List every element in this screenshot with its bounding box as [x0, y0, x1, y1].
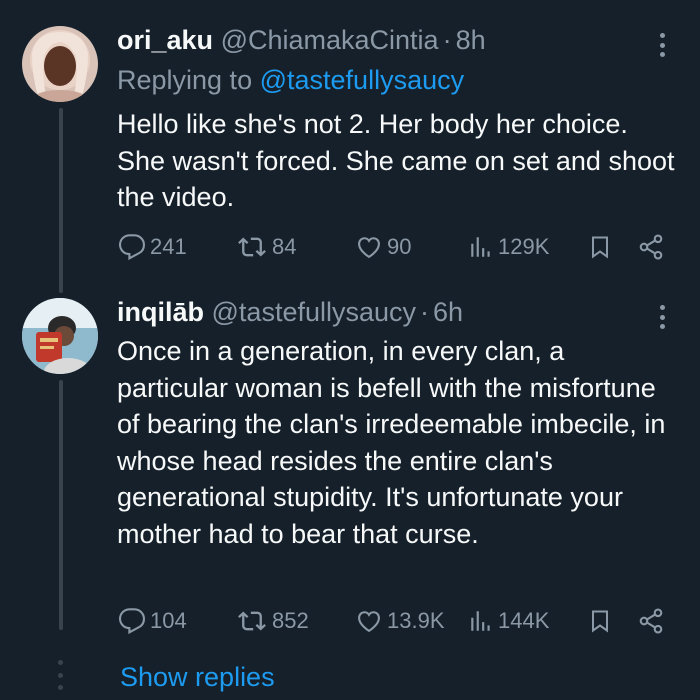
display-name[interactable]: inqilāb [117, 297, 204, 327]
tweet-text: Hello like she's not 2. Her body her cho… [117, 109, 675, 213]
avatar[interactable] [22, 26, 98, 102]
reply-count: 104 [150, 608, 187, 633]
thread-continuation-dots [55, 660, 65, 690]
retweet-count: 84 [272, 234, 297, 259]
share-button[interactable] [637, 607, 665, 635]
dot-separator: · [420, 297, 430, 327]
like-count: 90 [387, 234, 412, 259]
retweet-button[interactable]: 852 [236, 607, 309, 635]
replying-to-label: Replying to [117, 65, 253, 95]
conversation-thread: ori_aku @ChiamakaCintia · 8h Replying to @… [0, 0, 700, 700]
views-count: 129K [498, 234, 550, 259]
bookmark-icon [592, 610, 608, 633]
like-icon [358, 237, 380, 259]
retweet-icon [238, 237, 266, 257]
retweet-button[interactable]: 84 [236, 233, 296, 261]
handle[interactable]: @ChiamakaCintia [221, 25, 439, 55]
tweet-header: ori_aku @ChiamakaCintia · 8h [117, 24, 486, 56]
reply-button[interactable]: 241 [118, 233, 187, 261]
views-icon [471, 611, 490, 631]
more-icon[interactable] [652, 302, 672, 332]
tweet-text: Once in a generation, in every clan, a p… [117, 336, 666, 549]
like-count: 13.9K [387, 608, 445, 633]
like-icon [358, 611, 380, 633]
dot-separator: · [442, 25, 452, 55]
share-icon [639, 608, 663, 634]
more-icon[interactable] [652, 30, 672, 60]
bookmark-button[interactable] [588, 607, 612, 635]
reply-icon [118, 234, 146, 261]
reply-button[interactable]: 104 [118, 607, 187, 635]
timestamp[interactable]: 8h [456, 25, 486, 55]
tweet-header: inqilāb @tastefullysaucy · 6h [117, 296, 463, 328]
views-icon [471, 237, 490, 257]
like-button[interactable]: 13.9K [355, 607, 445, 635]
display-name[interactable]: ori_aku [117, 25, 213, 55]
share-icon [639, 234, 663, 260]
views-button[interactable]: 144K [468, 607, 549, 635]
replying-to: Replying to @tastefullysaucy [117, 64, 464, 96]
avatar[interactable] [22, 298, 98, 374]
timestamp[interactable]: 6h [433, 297, 463, 327]
views-count: 144K [498, 608, 550, 633]
reply-icon [118, 608, 146, 635]
retweet-icon [238, 611, 266, 631]
show-replies-link[interactable]: Show replies [120, 660, 275, 694]
handle[interactable]: @tastefullysaucy [212, 297, 417, 327]
thread-connector-line [59, 380, 63, 630]
reply-count: 241 [150, 234, 187, 259]
retweet-count: 852 [272, 608, 309, 633]
replying-to-mention[interactable]: @tastefullysaucy [260, 65, 465, 95]
share-button[interactable] [637, 233, 665, 261]
thread-connector-line [59, 108, 63, 293]
bookmark-icon [592, 236, 608, 259]
views-button[interactable]: 129K [468, 233, 549, 261]
bookmark-button[interactable] [588, 233, 612, 261]
like-button[interactable]: 90 [355, 233, 411, 261]
